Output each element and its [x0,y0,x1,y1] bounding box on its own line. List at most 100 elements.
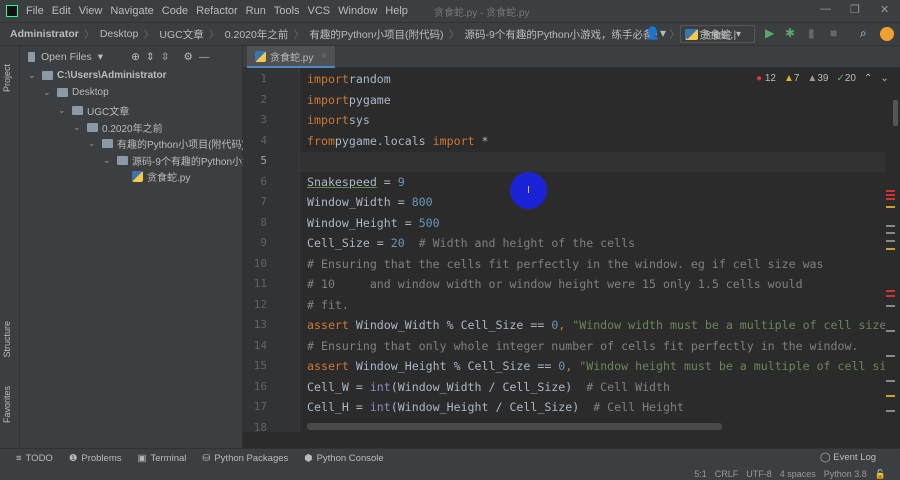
chevron-down-icon[interactable]: ⌄ [103,155,113,166]
line-number: 12 [253,297,267,311]
code-editor[interactable]: importrandom importpygame importsys frompyg… [300,68,885,432]
stripe-mark[interactable] [886,240,895,242]
line-separator[interactable]: CRLF [715,469,739,479]
tool-window-label: Python Packages [214,453,289,464]
chevron-down-icon[interactable]: ⌄ [58,105,68,116]
tree-node[interactable]: ⌄ 源码-9个有趣的Python小游 [103,153,252,168]
event-log-button[interactable]: ◯ Event Log [820,452,876,463]
stripe-mark[interactable] [886,330,895,332]
coverage-icon[interactable]: ▮ [808,26,815,40]
menu-help[interactable]: Help [381,5,412,17]
stripe-mark[interactable] [886,194,895,196]
tree-node[interactable]: ⌄ 0.2020年之前 [73,120,163,135]
tab-project[interactable]: Project [2,64,12,92]
menu-navigate[interactable]: Navigate [106,5,157,17]
minimize-button[interactable]: — [820,3,831,15]
breadcrumb-item[interactable]: 源码-9个有趣的Python小游戏，练手必备！ [465,27,665,42]
indent-setting[interactable]: 4 spaces [780,469,816,479]
tree-node[interactable]: ⌄ 有趣的Python小项目(附代码) [88,136,245,151]
error-icon: ● [756,73,763,84]
stripe-mark[interactable] [886,206,895,208]
stop-icon[interactable]: ■ [830,26,837,40]
menu-vcs[interactable]: VCS [304,5,335,17]
close-tab-icon[interactable]: × [321,51,327,62]
menu-view[interactable]: View [75,5,107,17]
tab-favorites[interactable]: Favorites [2,386,12,423]
chevron-down-icon[interactable]: ⌄ [73,122,83,133]
stripe-mark[interactable] [886,190,895,192]
vertical-scrollbar[interactable] [893,100,898,126]
menu-file[interactable]: File [22,5,48,17]
stripe-mark[interactable] [886,232,895,234]
menu-window[interactable]: Window [334,5,381,17]
tool-window-python-packages[interactable]: ⛁ Python Packages [202,453,288,464]
tab-structure[interactable]: Structure [2,321,12,358]
lock-icon[interactable]: 🔓 [875,469,886,480]
chevron-down-icon[interactable]: ⌄ [88,138,98,149]
run-config-select[interactable]: 贪食蛇 ▾ [680,25,755,43]
previous-highlight-icon[interactable]: ⌃ [864,73,872,84]
app-logo-icon [6,5,18,17]
menu-code[interactable]: Code [158,5,192,17]
breadcrumb-item[interactable]: Administrator [10,28,79,40]
tool-window-problems[interactable]: ❶ Problems [69,453,122,464]
user-icon[interactable]: 👤▾ [645,26,666,40]
stripe-mark[interactable] [886,248,895,250]
line-number: 1 [260,72,267,85]
horizontal-scrollbar[interactable] [307,423,722,430]
file-encoding[interactable]: UTF-8 [746,469,772,479]
stripe-mark[interactable] [886,395,895,397]
debug-icon[interactable]: ✱ [785,26,795,40]
collapse-all-icon[interactable]: ⇳ [161,51,170,63]
tool-window-python-console[interactable]: ⬢ Python Console [304,453,383,464]
stripe-mark[interactable] [886,290,895,292]
stripe-mark[interactable] [886,225,895,227]
tree-node-label: 有趣的Python小项目(附代码) [117,140,245,151]
stripe-mark[interactable] [886,198,895,200]
stripe-mark[interactable] [886,380,895,382]
locate-icon[interactable]: ⊕ [131,51,140,63]
expand-all-icon[interactable]: ⇕ [146,51,155,63]
chevron-down-icon[interactable]: ▾ [98,51,103,63]
chevron-down-icon[interactable]: ⌄ [43,87,53,98]
tree-node[interactable]: 贪食蛇.py [118,169,190,184]
breadcrumb-item[interactable]: Desktop [100,28,139,40]
stripe-mark[interactable] [886,410,895,412]
code-token: import [307,113,349,127]
error-stripe[interactable] [886,90,896,430]
stripe-mark[interactable] [886,295,895,297]
interpreter[interactable]: Python 3.8 [824,469,867,479]
tree-node[interactable]: ⌄ UGC文章 [58,103,129,118]
weak-warning-icon: ▲ [807,73,818,84]
tool-window-todo[interactable]: ≡ TODO [16,453,53,464]
code-token: , [565,359,580,373]
next-highlight-icon[interactable]: ⌄ [880,73,888,84]
tool-window-terminal[interactable]: ▣ Terminal [137,453,186,464]
breadcrumb-item[interactable]: 0.2020年之前 [225,27,289,42]
hide-icon[interactable]: — [199,51,210,63]
close-button[interactable]: ✕ [880,3,889,16]
packages-icon: ⛁ [202,453,211,464]
stripe-mark[interactable] [886,305,895,307]
breadcrumb-item[interactable]: UGC文章 [159,27,203,42]
caret-position[interactable]: 5:1 [694,469,707,479]
tab-file[interactable]: 贪食蛇.py × [247,46,336,68]
inspections-widget[interactable]: ● 12 ▲7 ▲39 ✓20 ⌃ ⌄ [756,73,889,84]
menu-edit[interactable]: Edit [48,5,75,17]
breadcrumb-item[interactable]: 有趣的Python小项目(附代码) [309,27,443,42]
tree-node[interactable]: ⌄ Desktop [43,87,109,98]
code-token: # Ensuring that only whole integer numbe… [307,338,859,353]
view-select[interactable]: Open Files [41,51,92,63]
chevron-down-icon[interactable]: ⌄ [28,70,38,81]
tree-node[interactable]: ⌄ C:\Users\Administrator [28,70,166,81]
gear-icon[interactable]: ⚙ [184,51,193,63]
code-line: # 10 and window width or window height w… [307,277,803,291]
stripe-mark[interactable] [886,355,895,357]
menu-refactor[interactable]: Refactor [192,5,242,17]
update-icon[interactable] [880,27,894,41]
maximize-button[interactable]: ❐ [850,3,860,16]
run-icon[interactable]: ▶ [765,26,774,40]
menu-run[interactable]: Run [242,5,270,17]
menu-tools[interactable]: Tools [270,5,304,17]
search-icon[interactable]: ⌕ [860,26,867,41]
